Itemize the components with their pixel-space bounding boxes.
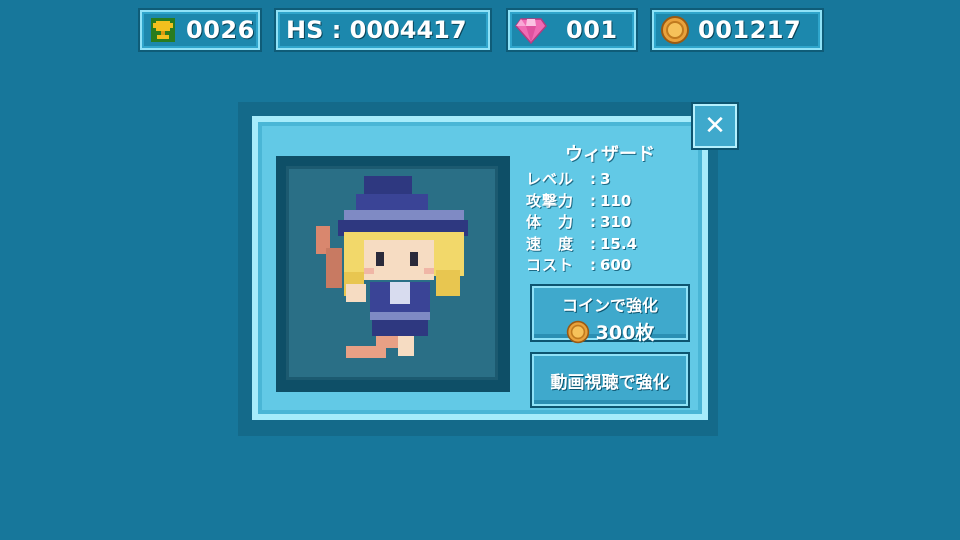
- stat-label: 体 力: [526, 213, 575, 231]
- stat-separator: :: [590, 234, 596, 253]
- stat-label: コスト: [526, 256, 575, 274]
- upgrade-coin-cost-row: 300枚: [532, 318, 688, 345]
- coin-counter: 001217: [650, 8, 824, 52]
- coin-icon: [658, 13, 692, 47]
- stat-label: 攻撃力: [526, 191, 575, 210]
- character-stats: レベル : 3 攻撃力 : 110 体 力 : 310 速 度 : 15.4 コ…: [526, 169, 696, 277]
- trophy-count: 0026: [186, 16, 255, 44]
- stat-row-cost: コスト : 600: [526, 255, 696, 277]
- stat-separator: :: [590, 191, 596, 210]
- stat-value: 110: [600, 191, 632, 210]
- close-button[interactable]: ✕: [691, 102, 739, 150]
- stat-label: レベル: [526, 170, 575, 188]
- upgrade-with-video-button[interactable]: 動画視聴で強化: [530, 352, 690, 408]
- upgrade-with-coins-button[interactable]: コインで強化 300枚: [530, 284, 690, 345]
- stat-value: 310: [600, 213, 632, 231]
- upgrade-video-label: 動画視聴で強化: [550, 372, 670, 393]
- character-name: ウィザード: [565, 144, 655, 165]
- stat-value: 3: [600, 170, 611, 188]
- close-icon: ✕: [704, 111, 726, 141]
- stat-separator: :: [590, 170, 596, 188]
- coin-icon: [566, 320, 589, 343]
- gem-count: 001: [566, 16, 618, 44]
- stat-value: 600: [600, 256, 632, 274]
- stat-row-level: レベル : 3: [526, 169, 696, 191]
- stat-separator: :: [590, 256, 596, 274]
- wizard-character-image: [316, 176, 468, 358]
- stat-row-hp: 体 力 : 310: [526, 212, 696, 234]
- trophy-counter: 0026: [138, 8, 262, 52]
- coin-count: 001217: [698, 16, 802, 44]
- stat-row-speed: 速 度 : 15.4: [526, 234, 696, 256]
- stat-row-attack: 攻撃力 : 110: [526, 191, 696, 213]
- stat-separator: :: [590, 213, 596, 231]
- stat-label: 速 度: [526, 234, 575, 253]
- upgrade-coin-cost: 300枚: [595, 322, 655, 344]
- stat-value: 15.4: [600, 234, 638, 253]
- trophy-icon: [146, 13, 180, 47]
- high-score: HS : 0004417: [286, 16, 467, 44]
- gem-counter: 001: [506, 8, 638, 52]
- gem-icon: [514, 13, 548, 47]
- character-portrait: [286, 166, 498, 380]
- upgrade-coin-label: コインで強化: [561, 296, 658, 315]
- high-score-display: HS : 0004417: [274, 8, 492, 52]
